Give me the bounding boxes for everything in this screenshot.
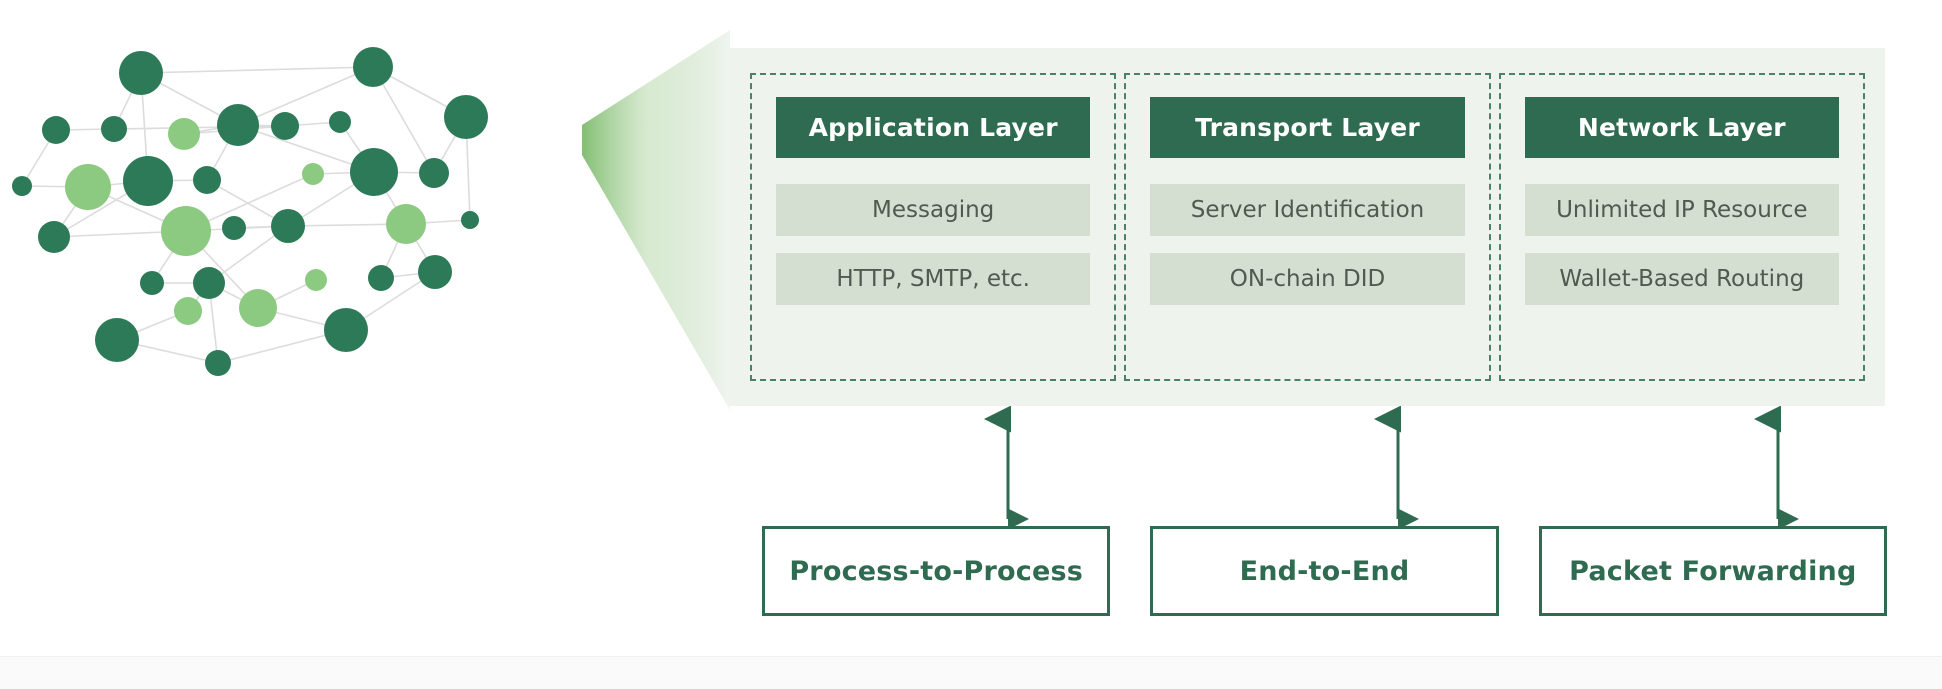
- network-graph: [12, 47, 488, 376]
- layer-item-server-identification: Server Identification: [1150, 184, 1465, 236]
- layer-items-application: Messaging HTTP, SMTP, etc.: [776, 184, 1091, 305]
- layer-items-network: Unlimited IP Resource Wallet-Based Routi…: [1524, 184, 1839, 305]
- layer-item-protocols: HTTP, SMTP, etc.: [776, 253, 1091, 305]
- network-node[interactable]: [101, 116, 127, 142]
- network-edge: [237, 66, 374, 126]
- network-node[interactable]: [119, 51, 163, 95]
- network-node[interactable]: [205, 350, 231, 376]
- layer-item-wallet-based-routing: Wallet-Based Routing: [1524, 253, 1839, 305]
- network-node[interactable]: [324, 308, 368, 352]
- layer-column-application[interactable]: Application Layer Messaging HTTP, SMTP, …: [750, 73, 1117, 381]
- bottom-boxes-row: Process-to-Process End-to-End Packet For…: [762, 526, 1887, 616]
- network-node[interactable]: [65, 164, 111, 210]
- network-node[interactable]: [193, 166, 221, 194]
- network-node[interactable]: [271, 112, 299, 140]
- network-node[interactable]: [123, 156, 173, 206]
- layer-title-transport: Transport Layer: [1150, 97, 1465, 158]
- layer-title-application: Application Layer: [776, 97, 1091, 158]
- network-node[interactable]: [217, 104, 259, 146]
- layers-panel: Application Layer Messaging HTTP, SMTP, …: [730, 48, 1885, 406]
- network-node[interactable]: [12, 176, 32, 196]
- page-bottom-band: [0, 656, 1942, 689]
- network-node[interactable]: [368, 265, 394, 291]
- network-node[interactable]: [350, 148, 398, 196]
- network-node[interactable]: [271, 209, 305, 243]
- bottom-box-process-to-process[interactable]: Process-to-Process: [762, 526, 1111, 616]
- layer-title-network: Network Layer: [1524, 97, 1839, 158]
- network-node[interactable]: [222, 216, 246, 240]
- network-node[interactable]: [140, 271, 164, 295]
- network-node[interactable]: [239, 289, 277, 327]
- network-node[interactable]: [161, 206, 211, 256]
- network-node[interactable]: [329, 111, 351, 133]
- layer-items-transport: Server Identification ON-chain DID: [1150, 184, 1465, 305]
- network-node-highlighted[interactable]: [444, 95, 488, 139]
- network-node[interactable]: [418, 255, 452, 289]
- network-node[interactable]: [42, 116, 70, 144]
- network-node[interactable]: [461, 211, 479, 229]
- layer-column-transport[interactable]: Transport Layer Server Identification ON…: [1124, 73, 1491, 381]
- network-node[interactable]: [38, 221, 70, 253]
- network-node[interactable]: [305, 269, 327, 291]
- network-node[interactable]: [95, 318, 139, 362]
- layer-column-network[interactable]: Network Layer Unlimited IP Resource Wall…: [1498, 73, 1865, 381]
- network-node[interactable]: [302, 163, 324, 185]
- network-edge: [140, 66, 374, 74]
- network-node[interactable]: [168, 118, 200, 150]
- network-node[interactable]: [193, 267, 225, 299]
- network-graph-nodes: [12, 47, 488, 376]
- bottom-box-end-to-end[interactable]: End-to-End: [1150, 526, 1499, 616]
- bottom-box-packet-forwarding[interactable]: Packet Forwarding: [1538, 526, 1887, 616]
- layer-item-messaging: Messaging: [776, 184, 1091, 236]
- layer-item-on-chain-did: ON-chain DID: [1150, 253, 1465, 305]
- network-node[interactable]: [353, 47, 393, 87]
- connector-arrows: [984, 406, 1799, 526]
- layer-columns: Application Layer Messaging HTTP, SMTP, …: [730, 48, 1885, 406]
- network-node[interactable]: [386, 204, 426, 244]
- layer-item-unlimited-ip-resource: Unlimited IP Resource: [1524, 184, 1839, 236]
- network-node[interactable]: [419, 158, 449, 188]
- diagram-stage: Application Layer Messaging HTTP, SMTP, …: [0, 0, 1942, 689]
- network-node[interactable]: [174, 297, 202, 325]
